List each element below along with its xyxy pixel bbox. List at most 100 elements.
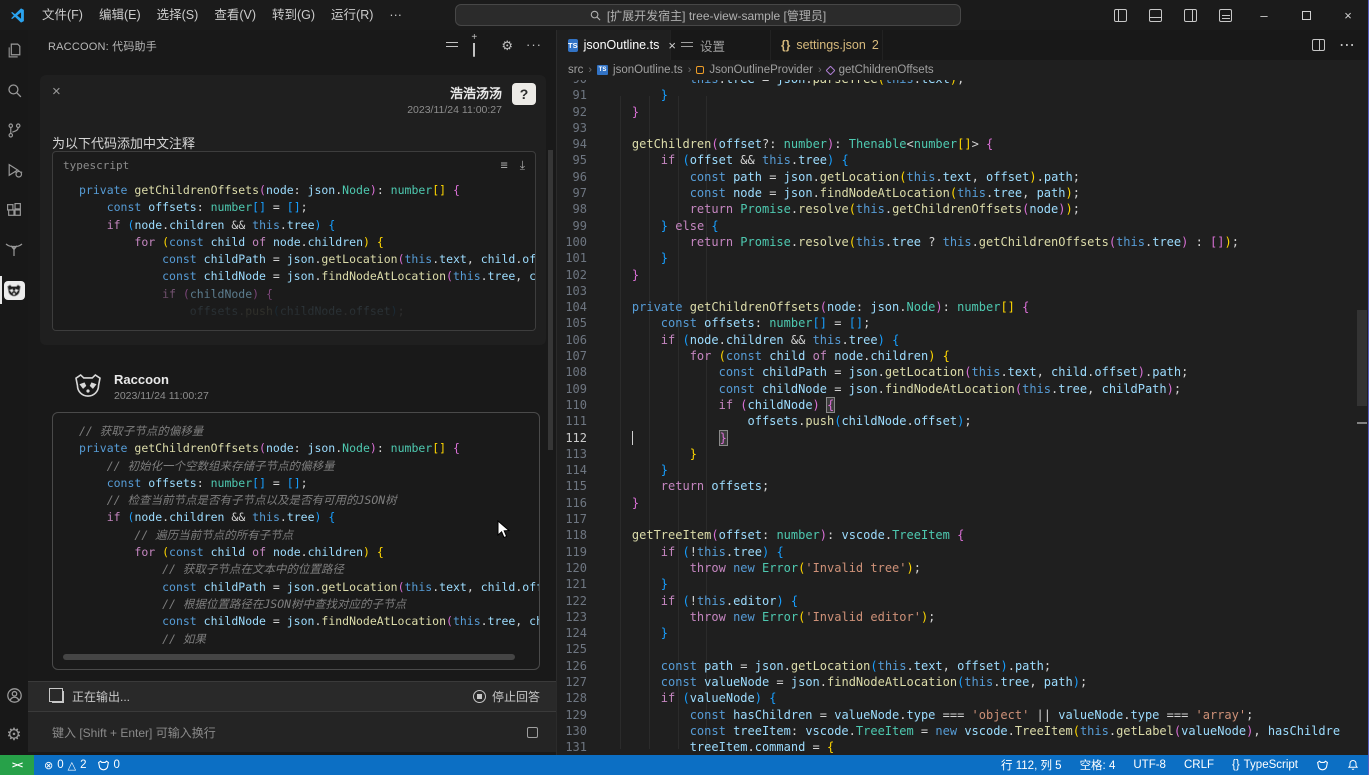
assistant-timestamp: 2023/11/24 11:00:27 xyxy=(114,390,209,402)
stop-answer-button[interactable]: 停止回答 xyxy=(473,688,540,705)
json-braces-icon: {} xyxy=(781,38,790,52)
stop-answer-label: 停止回答 xyxy=(492,688,540,705)
user-message-card: × 浩浩汤汤 2023/11/24 11:00:27 ? 为以下代码添加中文注释… xyxy=(40,75,546,345)
assistant-name: Raccoon xyxy=(114,372,209,387)
settings-gear-icon[interactable]: ⚙ xyxy=(0,715,28,755)
new-chat-icon[interactable] xyxy=(473,38,475,57)
tab-bar: TS jsonOutline.ts × 设置 {} settings.json … xyxy=(558,30,1369,60)
panel-scrollbar[interactable] xyxy=(548,150,553,450)
send-button[interactable] xyxy=(527,727,538,738)
menu-more[interactable]: ··· xyxy=(381,4,410,26)
breadcrumb-method[interactable]: getChildrenOffsets xyxy=(839,64,934,76)
language-mode[interactable]: {} TypeScript xyxy=(1232,759,1298,771)
code-fade-overlay xyxy=(53,290,535,330)
horizontal-scrollbar[interactable] xyxy=(63,654,515,660)
command-center-search[interactable]: [扩展开发宿主] tree-view-sample [管理员] xyxy=(455,4,961,26)
menu-go[interactable]: 转到(G) xyxy=(264,4,323,26)
scrollbar-thumb[interactable] xyxy=(1357,310,1367,406)
chat-input-row: 键入 [Shift + Enter] 可输入换行 xyxy=(28,711,556,752)
remote-indicator[interactable]: >< xyxy=(0,755,34,775)
cursor-position[interactable]: 行 112, 列 5 xyxy=(1001,757,1062,773)
tab-settings[interactable]: 设置 xyxy=(671,30,771,60)
menu-edit[interactable]: 编辑(E) xyxy=(91,4,149,26)
breadcrumb-file[interactable]: jsonOutline.ts xyxy=(613,64,683,76)
customize-layout-icon[interactable] xyxy=(1219,9,1232,22)
tab-label: settings.json xyxy=(796,38,865,52)
error-icon: ⊗ xyxy=(44,759,53,772)
user-author: 浩浩汤汤 xyxy=(407,83,502,102)
encoding[interactable]: UTF-8 xyxy=(1133,759,1166,771)
panel-more-icon[interactable]: ··· xyxy=(526,37,542,52)
split-editor-icon[interactable] xyxy=(1312,39,1325,51)
panel-settings-icon[interactable]: ⚙ xyxy=(501,38,513,54)
eol-sequence[interactable]: CRLF xyxy=(1184,759,1214,771)
warning-count: 2 xyxy=(80,759,86,771)
indentation[interactable]: 空格: 4 xyxy=(1080,757,1116,773)
assistant-message-header: Raccoon 2023/11/24 11:00:27 xyxy=(72,372,209,402)
maximize-icon xyxy=(1302,11,1311,20)
problems-indicator[interactable]: ⊗ 0 △ 2 xyxy=(44,759,87,772)
editor-more-actions-icon[interactable]: ⋯ xyxy=(1339,35,1355,55)
activity-bar: ⚙ xyxy=(0,30,28,755)
typescript-file-icon: TS xyxy=(597,65,608,75)
raccoon-status[interactable]: 0 xyxy=(97,759,120,771)
typescript-file-icon: TS xyxy=(568,39,578,52)
search-icon[interactable] xyxy=(0,70,28,110)
menu-run[interactable]: 运行(R) xyxy=(323,4,381,26)
close-window-button[interactable]: × xyxy=(1327,0,1369,30)
insert-code-icon[interactable]: ⤓ xyxy=(520,158,525,173)
tab-group-badge: 2 xyxy=(872,38,879,52)
raccoon-statusbar-icon[interactable] xyxy=(1316,760,1329,771)
toggle-secondary-sidebar-icon[interactable] xyxy=(1184,9,1197,22)
assistant-code-block: // 获取子节点的偏移量private getChildrenOffsets(n… xyxy=(52,412,540,670)
user-code-block: typescript ≡ ⤓ private getChildrenOffset… xyxy=(52,151,536,331)
streaming-status-text: 正在输出... xyxy=(72,688,130,705)
symbol-method-icon xyxy=(825,65,835,75)
error-count: 0 xyxy=(57,759,63,771)
chat-input[interactable]: 键入 [Shift + Enter] 可输入换行 xyxy=(52,724,216,741)
raccoon-extension-icon[interactable] xyxy=(0,270,28,310)
source-control-icon[interactable] xyxy=(0,110,28,150)
close-message-icon[interactable]: × xyxy=(52,83,61,100)
braces-icon: {} xyxy=(1232,759,1240,771)
tab-jsonoutline[interactable]: TS jsonOutline.ts × xyxy=(558,30,671,60)
menu-view[interactable]: 查看(V) xyxy=(206,4,264,26)
overview-cursor-marker xyxy=(1357,422,1367,424)
maximize-button[interactable] xyxy=(1285,0,1327,30)
settings-tune-icon xyxy=(681,40,694,51)
breadcrumb: src › TS jsonOutline.ts › JsonOutlinePro… xyxy=(558,60,1369,80)
minimize-button[interactable]: – xyxy=(1243,0,1285,30)
extensions-icon[interactable] xyxy=(0,190,28,230)
account-icon[interactable] xyxy=(0,675,28,715)
chevron-right-icon: › xyxy=(588,64,592,76)
tab-label: jsonOutline.ts xyxy=(584,38,660,52)
notifications-bell-icon[interactable] xyxy=(1347,759,1359,771)
toggle-panel-icon[interactable] xyxy=(1149,9,1162,22)
raccoon-panel-header: RACCOON: 代码助手 ⚙ ··· xyxy=(28,30,556,62)
tree-view-sample-icon[interactable] xyxy=(0,230,28,270)
history-list-icon[interactable] xyxy=(445,39,460,54)
raccoon-count: 0 xyxy=(114,759,120,771)
code-editor[interactable]: 90 this.tree = json.parseTree(this.text)… xyxy=(558,80,1369,755)
run-debug-icon[interactable] xyxy=(0,150,28,190)
assistant-code-content: // 获取子节点的偏移量private getChildrenOffsets(n… xyxy=(53,413,539,648)
code-language-label: typescript xyxy=(63,159,129,172)
raccoon-icon xyxy=(97,760,110,771)
menu-file[interactable]: 文件(F) xyxy=(34,4,91,26)
wrap-lines-icon[interactable]: ≡ xyxy=(500,158,507,173)
tab-settings-json[interactable]: {} settings.json 2 xyxy=(771,30,883,60)
breadcrumb-class[interactable]: JsonOutlineProvider xyxy=(709,64,813,76)
editor-scrollbar[interactable] xyxy=(1356,80,1368,755)
stop-icon xyxy=(473,690,486,703)
breadcrumb-src[interactable]: src xyxy=(568,64,583,76)
raccoon-panel: RACCOON: 代码助手 ⚙ ··· × 浩浩汤汤 2023/11/24 11… xyxy=(28,30,557,755)
warning-icon: △ xyxy=(68,759,76,772)
explorer-icon[interactable] xyxy=(0,30,28,70)
toggle-sidebar-icon[interactable] xyxy=(1114,9,1127,22)
generation-status-row: 正在输出... 停止回答 xyxy=(28,681,556,711)
code-lines: 90 this.tree = json.parseTree(this.text)… xyxy=(558,80,1369,755)
command-center-text: [扩展开发宿主] tree-view-sample [管理员] xyxy=(607,7,826,24)
chevron-right-icon: › xyxy=(818,64,822,76)
user-question-text: 为以下代码添加中文注释 xyxy=(52,133,195,152)
menu-selection[interactable]: 选择(S) xyxy=(149,4,207,26)
